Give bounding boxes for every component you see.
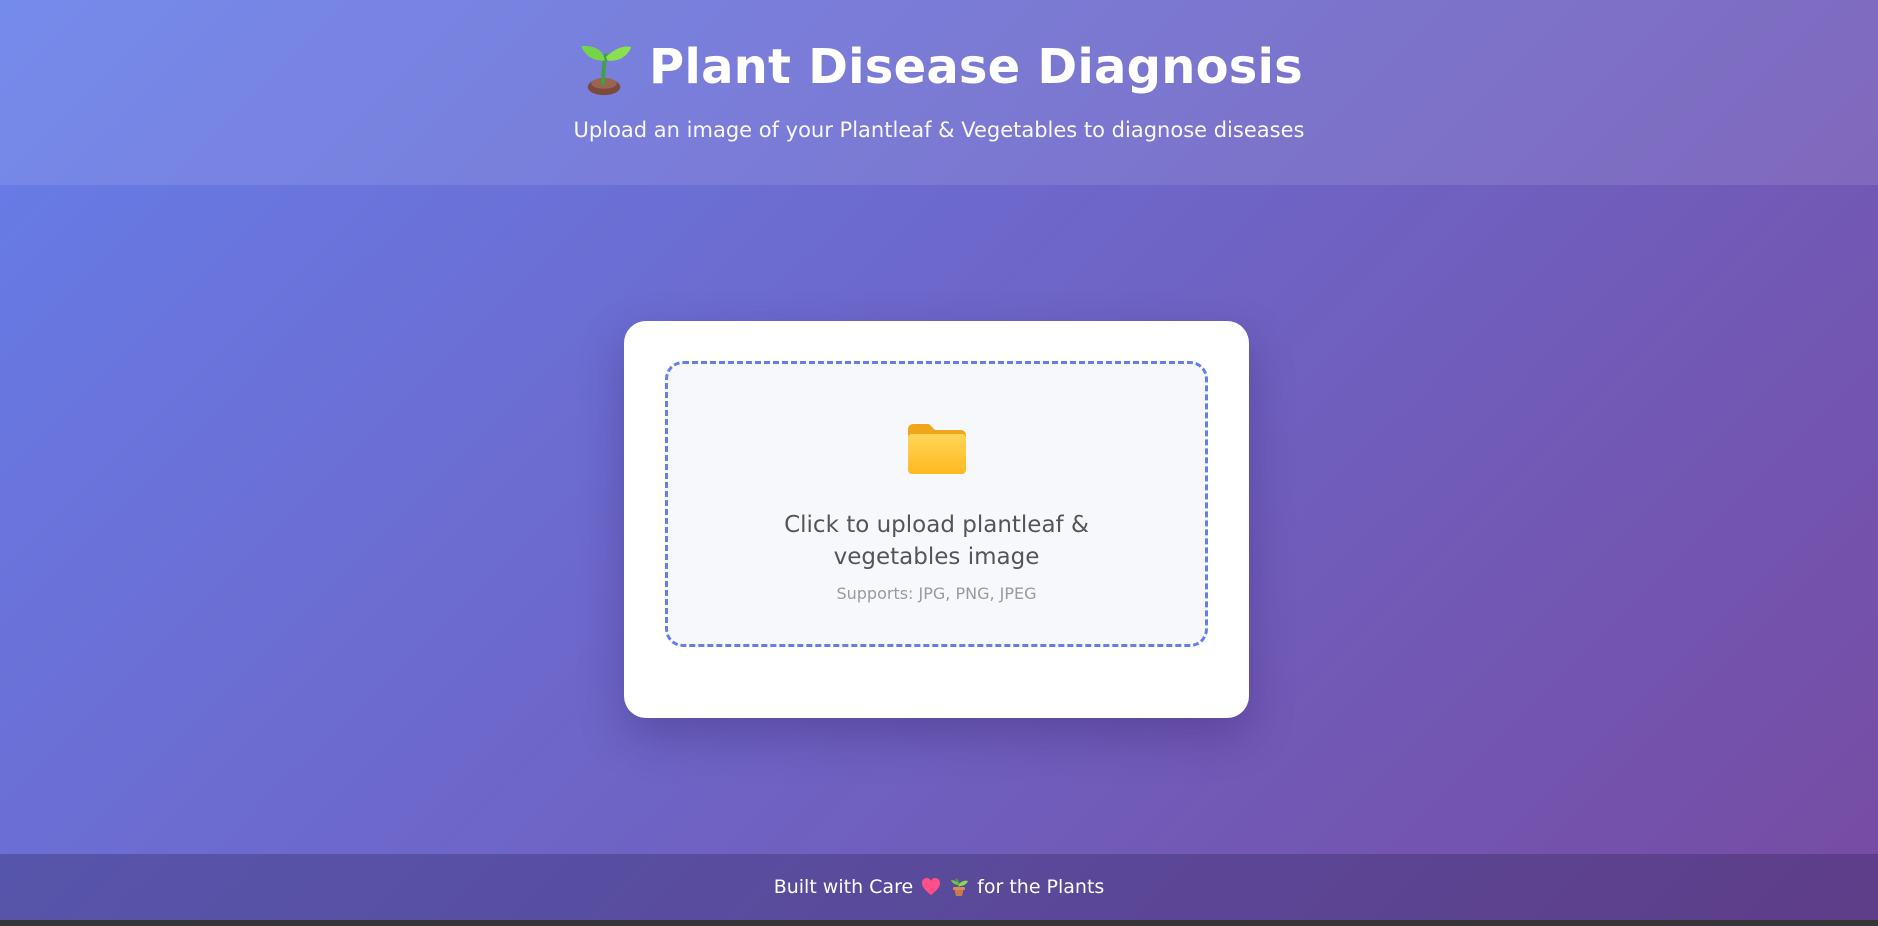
potted-plant-icon	[949, 877, 969, 897]
page-title: Plant Disease Diagnosis	[0, 38, 1878, 96]
folder-icon	[906, 420, 968, 476]
supported-formats: Supports: JPG, PNG, JPEG	[836, 584, 1037, 603]
page-header: Plant Disease Diagnosis Upload an image …	[0, 0, 1878, 185]
upload-card: Click to upload plantleaf & vegetables i…	[624, 321, 1249, 718]
page-subtitle: Upload an image of your Plantleaf & Vege…	[573, 118, 1305, 142]
page-footer: Built with Care for the Plants	[0, 854, 1878, 920]
page-title-text: Plant Disease Diagnosis	[649, 39, 1303, 95]
upload-dropzone[interactable]: Click to upload plantleaf & vegetables i…	[665, 361, 1208, 647]
footer-text-end: for the Plants	[977, 876, 1105, 898]
bottom-border	[0, 920, 1878, 926]
footer-text-start: Built with Care	[773, 876, 914, 898]
upload-prompt: Click to upload plantleaf & vegetables i…	[784, 512, 1089, 570]
heart-icon	[921, 877, 941, 897]
sprout-icon	[575, 38, 633, 96]
